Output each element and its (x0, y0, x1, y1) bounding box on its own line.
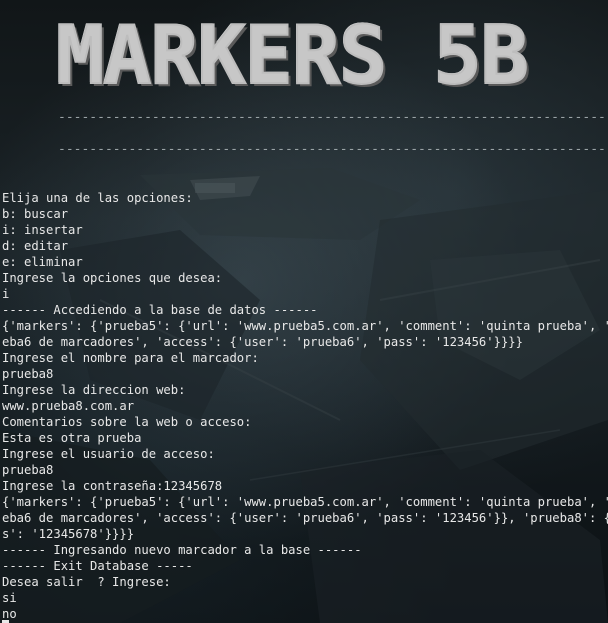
output-line: s': '12345678'}}}} (2, 527, 135, 541)
output-line: prueba8 (2, 367, 54, 381)
output-line: no (2, 607, 17, 621)
output-line: i (2, 287, 10, 301)
ascii-banner: MARKERS 5B (55, 9, 596, 102)
output-line: www.prueba8.com.ar (2, 399, 135, 413)
output-line: eba6 de marcadores', 'access': {'user': … (2, 511, 608, 525)
output-line: ------ Ingresando nuevo marcador a la ba… (2, 543, 362, 557)
separator-top: ----------------------------------------… (58, 110, 608, 125)
output-line: si (2, 591, 17, 605)
output-line: e: eliminar (2, 255, 83, 269)
output-line: Ingrese el usuario de acceso: (2, 447, 215, 461)
output-line: {'markers': {'prueba5': {'url': 'www.pru… (2, 319, 608, 333)
terminal-output: Elija una de las opciones: b: buscar i: in… (2, 190, 608, 622)
output-line: Desea salir ? Ingrese: (2, 575, 171, 589)
output-line: d: editar (2, 239, 69, 253)
output-line: Ingrese la contraseña:12345678 (2, 479, 223, 493)
output-line: Ingrese la direccion web: (2, 383, 186, 397)
output-line: Ingrese la opciones que desea: (2, 271, 223, 285)
output-line: prueba8 (2, 463, 54, 477)
output-line: Elija una de las opciones: (2, 191, 193, 205)
output-line: Comentarios sobre la web o acceso: (2, 415, 252, 429)
banner-title: MARKERS 5B (55, 9, 530, 102)
output-line: ------ Exit Database ----- (2, 559, 193, 573)
separator-bottom: ----------------------------------------… (58, 142, 608, 157)
output-line: {'markers': {'prueba5': {'url': 'www.pru… (2, 495, 608, 509)
output-line: ------ Accediendo a la base de datos ---… (2, 303, 318, 317)
output-line: Esta es otra prueba (2, 431, 142, 445)
output-line: b: buscar (2, 207, 69, 221)
output-line: Ingrese el nombre para el marcador: (2, 351, 259, 365)
terminal-window[interactable]: MARKERS 5B -----------------------------… (0, 0, 608, 623)
output-line: i: insertar (2, 223, 83, 237)
output-line: eba6 de marcadores', 'access': {'user': … (2, 335, 523, 349)
